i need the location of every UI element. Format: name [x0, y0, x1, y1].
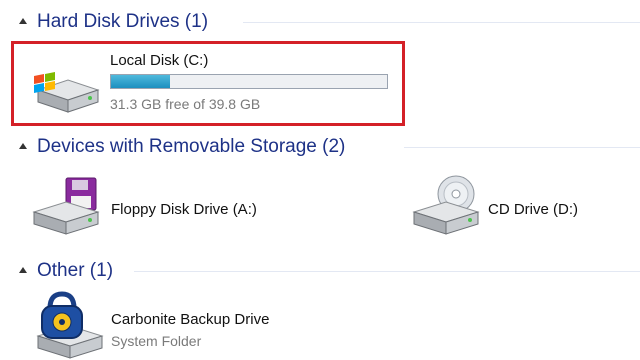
collapse-arrow-icon[interactable] — [19, 267, 27, 273]
selection-outline — [11, 41, 405, 126]
group-divider — [134, 271, 640, 272]
group-header-removable-storage[interactable]: Devices with Removable Storage (2) — [0, 131, 640, 161]
drive-name: CD Drive (D:) — [488, 201, 578, 218]
drive-item-cd[interactable]: CD Drive (D:) — [404, 170, 640, 242]
collapse-arrow-icon[interactable] — [19, 143, 27, 149]
drive-name: Carbonite Backup Drive — [111, 311, 270, 328]
group-divider — [404, 147, 640, 148]
drive-subtitle: System Folder — [111, 333, 202, 349]
lock-drive-icon — [36, 291, 104, 359]
drive-item-floppy[interactable]: Floppy Disk Drive (A:) — [20, 170, 320, 242]
drive-item-carbonite[interactable]: Carbonite Backup Drive System Folder — [20, 290, 420, 360]
cd-drive-icon — [412, 175, 480, 235]
group-header-other[interactable]: Other (1) — [0, 255, 640, 285]
group-title: Other (1) — [37, 260, 114, 281]
floppy-drive-icon — [32, 177, 100, 235]
group-title: Devices with Removable Storage (2) — [37, 136, 346, 157]
drive-name: Floppy Disk Drive (A:) — [111, 201, 257, 218]
